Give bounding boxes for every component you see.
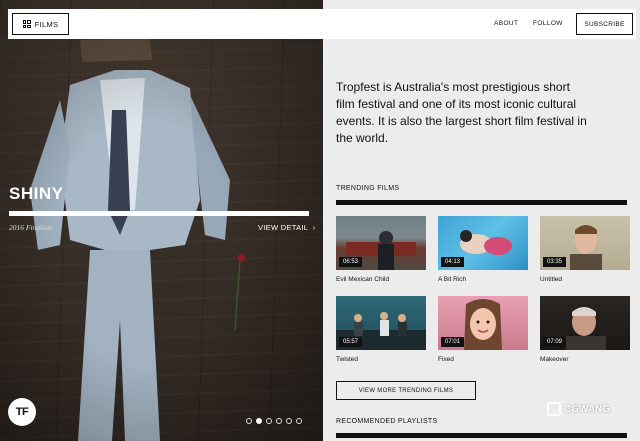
film-title[interactable]: Twisted [336, 356, 426, 363]
grid-icon [22, 20, 31, 28]
film-card[interactable]: 05:57 Twisted [336, 296, 426, 363]
film-card[interactable]: 06:53 Evil Mexican Child [336, 216, 426, 283]
carousel-dot[interactable] [286, 418, 292, 424]
film-thumbnail[interactable]: 06:53 [336, 216, 426, 270]
hero-vignette [0, 0, 323, 441]
film-title[interactable]: Fixed [438, 356, 528, 363]
film-card[interactable]: 03:35 Untitled [540, 216, 630, 283]
hero-banner[interactable]: SHINY 2016 Finalists VIEW DETAIL › TF [0, 0, 323, 441]
view-detail-link[interactable]: VIEW DETAIL › [258, 223, 316, 232]
film-thumbnail[interactable]: 04:13 [438, 216, 528, 270]
nav-about-link[interactable]: ABOUT [494, 20, 518, 27]
film-thumbnail[interactable]: 03:35 [540, 216, 630, 270]
hero-subtitle: 2016 Finalists [9, 223, 53, 232]
film-card[interactable]: 04:13 A Bit Rich [438, 216, 528, 283]
carousel-dot[interactable] [266, 418, 272, 424]
carousel-dots [246, 418, 302, 424]
duration-badge: 07:01 [441, 337, 465, 347]
view-detail-label: VIEW DETAIL [258, 223, 308, 232]
top-navigation-bar: FILMS ABOUT FOLLOW SUBSCRIBE [8, 9, 636, 39]
subscribe-button[interactable]: SUBSCRIBE [576, 13, 633, 35]
trending-divider [336, 200, 627, 205]
watermark-icon [547, 402, 561, 416]
intro-text: Tropfest is Australia's most prestigious… [336, 80, 587, 145]
film-title[interactable]: Makeover [540, 356, 630, 363]
duration-badge: 05:57 [339, 337, 363, 347]
films-menu-label: FILMS [34, 19, 59, 29]
film-title[interactable]: Untitled [540, 276, 630, 283]
content-panel: Tropfest is Australia's most prestigious… [323, 39, 640, 441]
film-thumbnail[interactable]: 07:01 [438, 296, 528, 350]
duration-badge: 04:13 [441, 257, 465, 267]
hero-title: SHINY [9, 184, 64, 203]
hero-divider [9, 211, 309, 216]
view-more-trending-button[interactable]: VIEW MORE TRENDING FILMS [336, 381, 476, 400]
watermark-text: CGWANG [564, 403, 611, 415]
film-thumbnail[interactable]: 07:09 [540, 296, 630, 350]
film-card[interactable]: 07:09 Makeover [540, 296, 630, 363]
nav-follow-link[interactable]: FOLLOW [533, 20, 563, 27]
chevron-right-icon: › [310, 223, 316, 232]
films-menu-button[interactable]: FILMS [12, 13, 69, 35]
film-title[interactable]: A Bit Rich [438, 276, 528, 283]
carousel-dot[interactable] [296, 418, 302, 424]
duration-badge: 03:35 [543, 257, 567, 267]
carousel-dot[interactable] [276, 418, 282, 424]
playlists-divider [336, 433, 627, 438]
film-card[interactable]: 07:01 Fixed [438, 296, 528, 363]
trending-films-heading: TRENDING FILMS [336, 185, 400, 192]
recommended-playlists-heading: RECOMMENDED PLAYLISTS [336, 418, 438, 425]
duration-badge: 07:09 [543, 337, 567, 347]
carousel-dot[interactable] [246, 418, 252, 424]
film-thumbnail[interactable]: 05:57 [336, 296, 426, 350]
carousel-dot-active[interactable] [256, 418, 262, 424]
film-title[interactable]: Evil Mexican Child [336, 276, 426, 283]
watermark: CGWANG [547, 402, 610, 416]
duration-badge: 06:53 [339, 257, 363, 267]
tf-logo[interactable]: TF [8, 398, 36, 426]
